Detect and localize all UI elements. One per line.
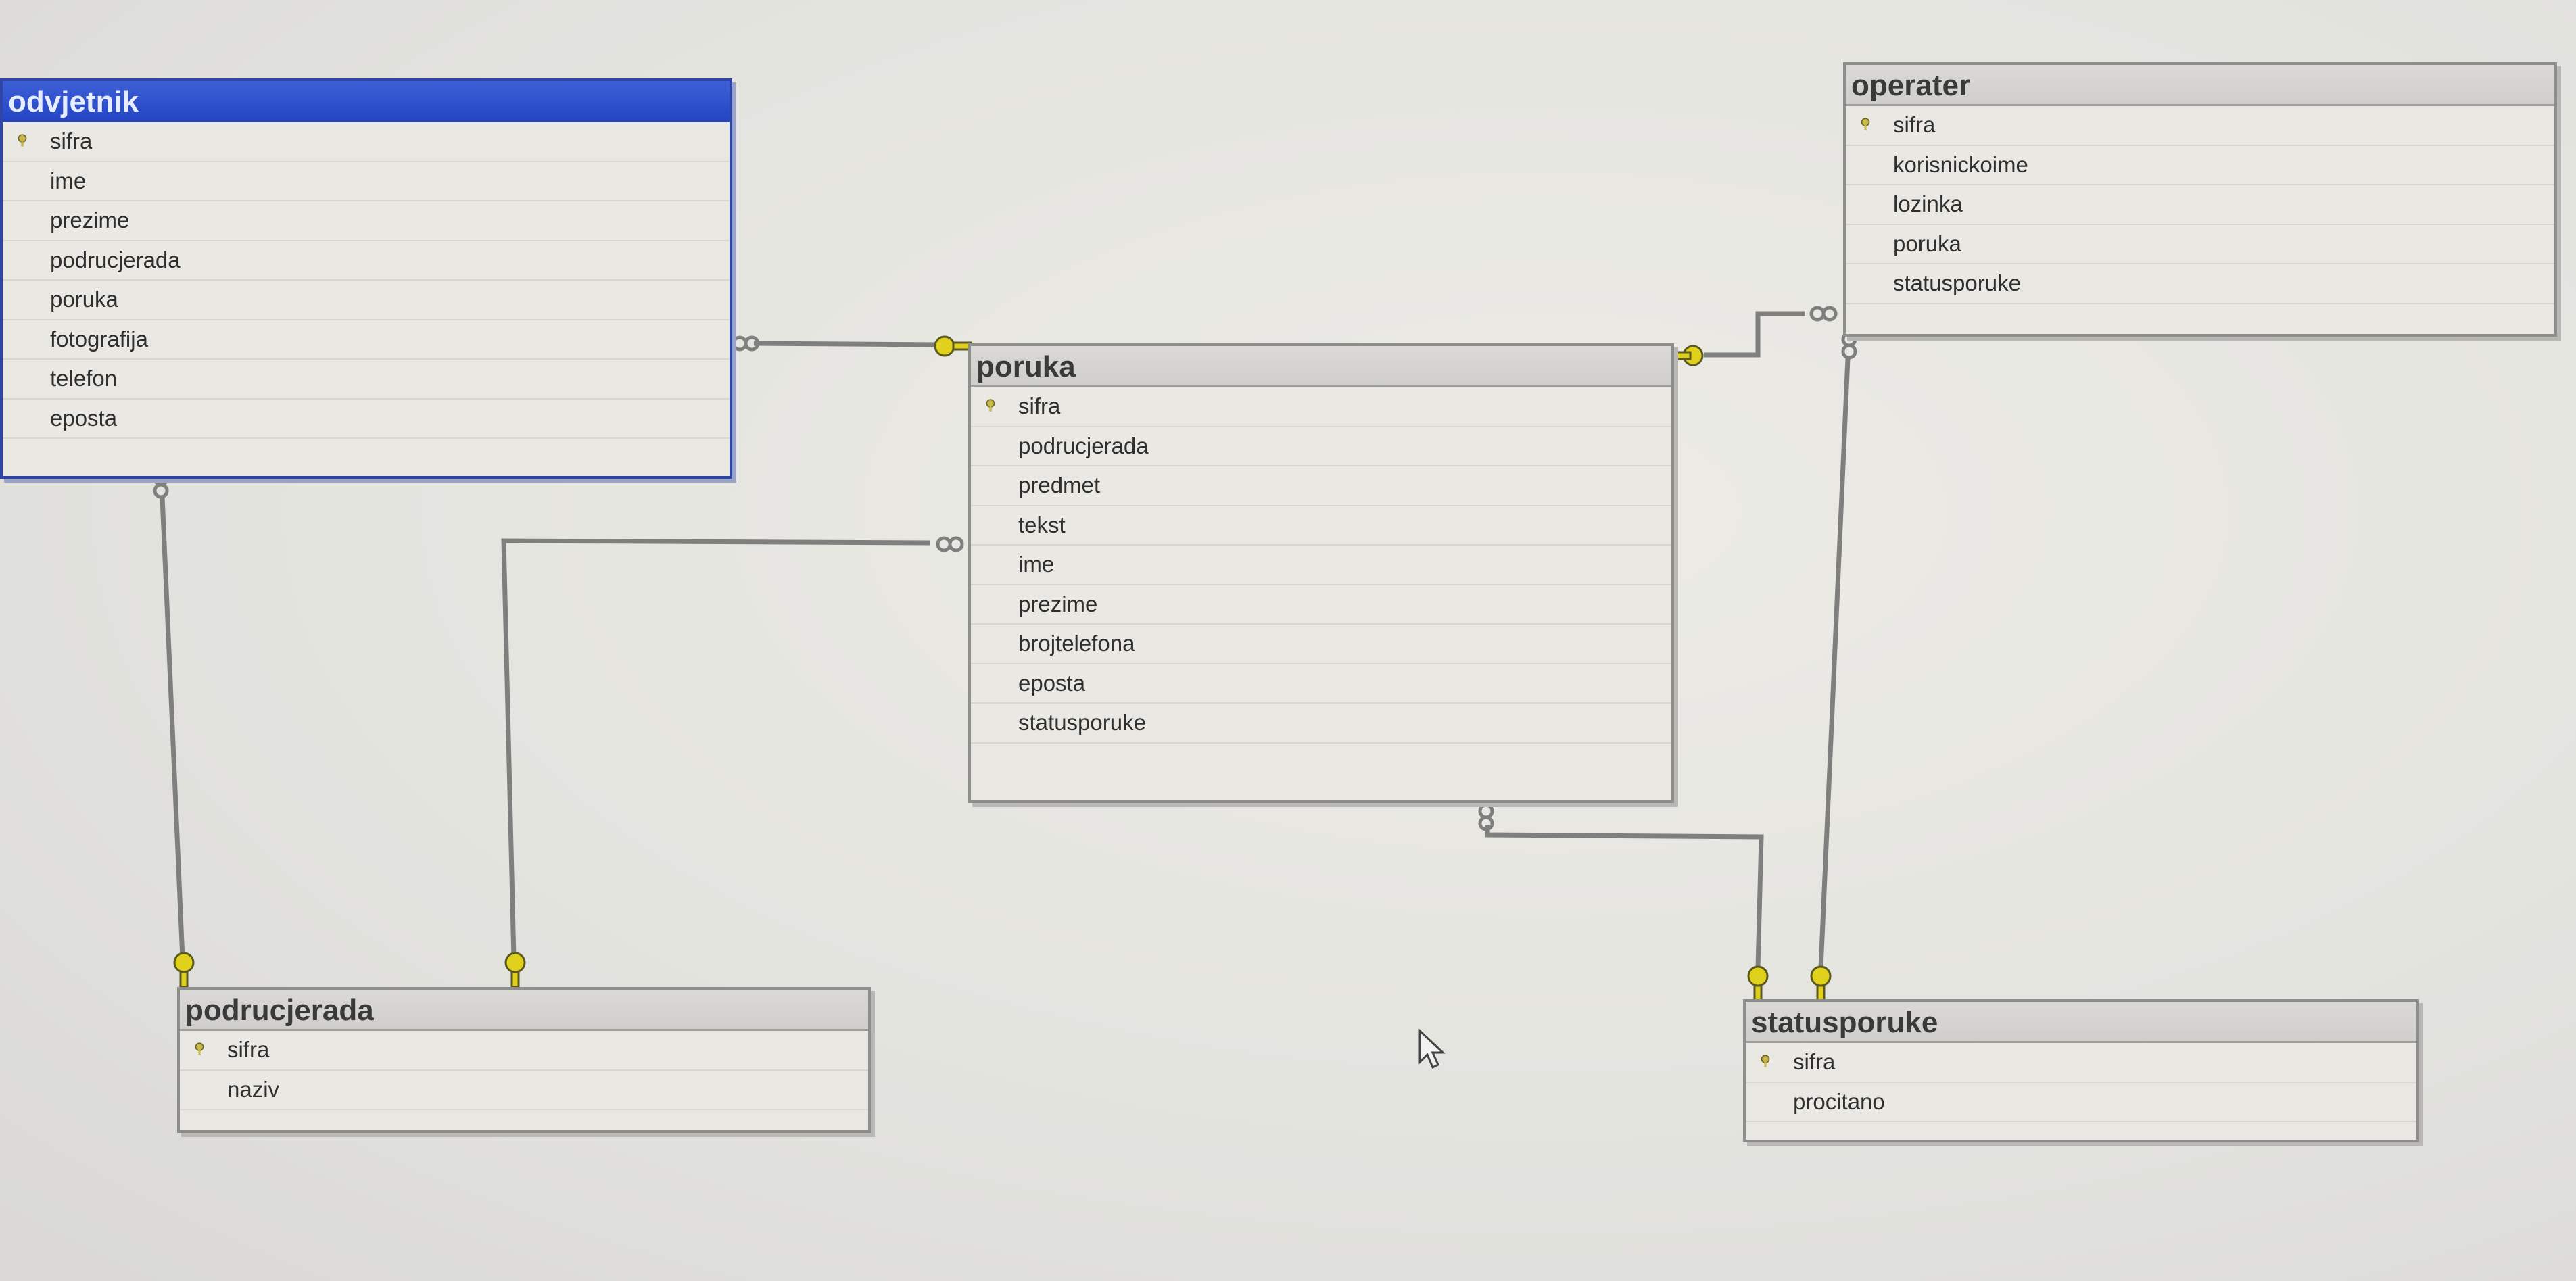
column-name: korisnickoime [1893,151,2028,177]
column-row[interactable]: ime [971,546,1671,585]
relation-odvjetnik-poruka [753,341,940,347]
column-row[interactable]: sifra [971,387,1671,427]
column-row[interactable]: brojtelefona [971,625,1671,664]
table-title[interactable]: statusporuke [1746,1002,2416,1043]
column-row[interactable]: sifra [3,122,730,162]
column-row[interactable]: podrucjerada [971,427,1671,466]
column-row[interactable]: poruka [1846,225,2554,264]
column-name: poruka [50,287,118,312]
column-row[interactable]: tekst [971,506,1671,546]
column-name: brojtelefona [1018,631,1135,656]
key-end-icon [934,335,972,357]
column-name: procitano [1793,1088,1885,1114]
infinity-end-icon [1841,331,1857,360]
column-row[interactable]: telefon [3,360,730,400]
relation-operater-poruka [1704,311,1805,358]
table-title[interactable]: odvjetnik [3,81,730,122]
column-row[interactable]: sifra [180,1031,868,1071]
column-name: statusporuke [1893,270,2021,295]
column-name: prezime [50,208,130,233]
column-row[interactable]: eposta [3,400,730,439]
column-row[interactable]: statusporuke [971,704,1671,744]
table-poruka[interactable]: poruka sifra podrucjerada predmet tekst … [968,343,1674,803]
key-end-icon [1810,965,1832,1002]
column-name: predmet [1018,473,1101,498]
column-name: eposta [1018,670,1086,696]
table-title[interactable]: podrucjerada [180,990,868,1031]
column-name: naziv [227,1076,280,1102]
column-row[interactable]: ime [3,162,730,201]
table-podrucjerada[interactable]: podrucjerada sifra naziv [177,987,871,1133]
infinity-end-icon [1478,803,1494,831]
column-row[interactable]: procitano [1746,1083,2416,1122]
column-name: telefon [50,366,118,391]
column-row[interactable]: fotografija [3,320,730,360]
mouse-pointer-icon [1418,1028,1446,1069]
column-name: sifra [227,1037,270,1062]
column-row[interactable]: eposta [971,664,1671,704]
column-name: sifra [50,128,93,153]
key-icon [1761,1055,1770,1067]
column-name: poruka [1893,231,1961,256]
column-name: ime [50,168,87,193]
column-name: sifra [1893,112,1936,137]
table-title[interactable]: operater [1846,65,2554,106]
key-icon [1861,118,1870,130]
column-row[interactable]: sifra [1746,1043,2416,1083]
diagram-canvas[interactable]: odvjetnik sifra ime prezime podrucjerada… [0,0,2576,1281]
column-row[interactable]: naziv [180,1071,868,1110]
column-row[interactable]: lozinka [1846,185,2554,225]
key-icon [195,1042,204,1055]
column-name: sifra [1018,393,1061,418]
key-end-icon [1671,345,1704,366]
key-end-icon [173,952,195,988]
column-row[interactable]: prezime [3,201,730,241]
table-operater[interactable]: operater sifra korisnickoime lozinka por… [1843,62,2557,337]
column-name: sifra [1793,1049,1836,1074]
table-odvjetnik[interactable]: odvjetnik sifra ime prezime podrucjerada… [0,78,732,479]
column-name: eposta [50,405,118,431]
column-row[interactable]: statusporuke [1846,264,2554,304]
column-row[interactable]: sifra [1846,106,2554,146]
column-name: lozinka [1893,191,1963,216]
column-name: podrucjerada [50,247,181,272]
column-name: podrucjerada [1018,433,1149,458]
relation-poruka-statusporuke [1485,825,1764,969]
relation-poruka-podrucjerada [501,538,931,959]
infinity-end-icon [1809,306,1838,322]
key-end-icon [504,952,526,988]
column-name: tekst [1018,512,1066,537]
column-row[interactable]: predmet [971,466,1671,506]
column-row[interactable]: poruka [3,281,730,320]
column-name: prezime [1018,591,1098,617]
relation-odvjetnik-podrucjerada [160,497,185,959]
table-title[interactable]: poruka [971,346,1671,387]
column-row[interactable]: korisnickoime [1846,146,2554,185]
relation-operater-statusporuke [1818,358,1851,969]
column-name: statusporuke [1018,710,1146,735]
infinity-end-icon [936,536,964,552]
infinity-end-icon [732,335,760,352]
key-end-icon [1747,965,1769,1002]
column-row[interactable]: prezime [971,585,1671,625]
key-icon [986,399,995,412]
column-row[interactable]: podrucjerada [3,241,730,281]
column-name: fotografija [50,326,148,352]
table-statusporuke[interactable]: statusporuke sifra procitano [1743,999,2419,1142]
key-icon [18,134,27,147]
column-name: ime [1018,552,1055,577]
